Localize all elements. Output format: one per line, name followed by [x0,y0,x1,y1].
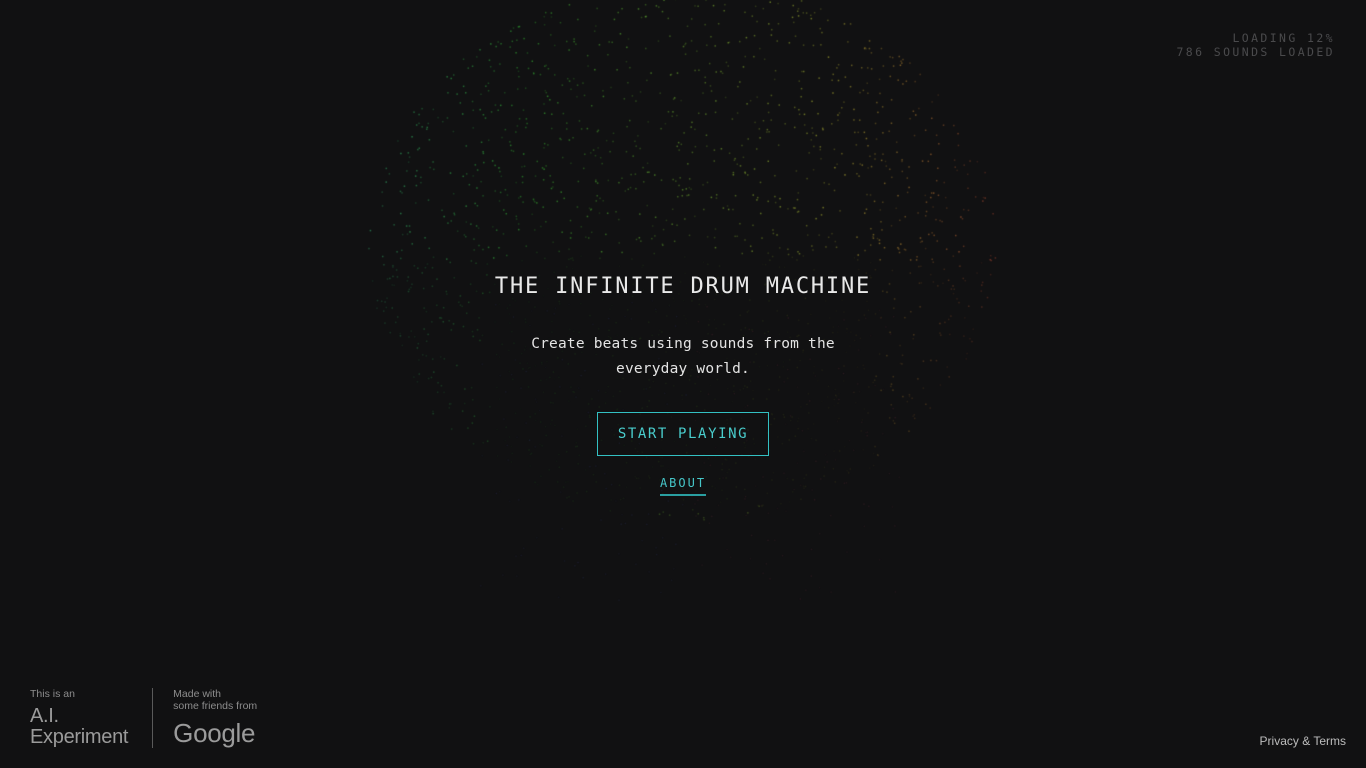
page-title: THE INFINITE DRUM MACHINE [494,274,872,299]
about-link[interactable]: ABOUT [659,476,707,496]
loading-progress-text: LOADING 12% [1232,31,1335,45]
made-with-line-1: Made with [173,688,222,700]
google-logo: Google [173,718,256,748]
page-subtitle: Create beats using sounds from the every… [531,336,835,377]
made-with-line-2: some friends from [173,700,258,712]
intro-panel: THE INFINITE DRUM MACHINE Create beats u… [0,270,1366,496]
google-credit: Made with some friends from Google [153,688,257,748]
privacy-terms-link[interactable]: Privacy & Terms [1260,734,1346,748]
ai-experiment-badge[interactable]: This is an A.I. Experiment Made with som… [30,688,257,748]
loading-status: LOADING 12% 786 SOUNDS LOADED [1176,31,1335,59]
ai-experiment-logo: This is an A.I. Experiment [30,688,152,748]
start-playing-button[interactable]: START PLAYING [596,412,770,456]
app-stage: LOADING 12% 786 SOUNDS LOADED THE INFINI… [0,0,1366,768]
experiment-prefix: This is an [30,688,75,700]
experiment-line-2: Experiment [30,726,129,748]
experiment-line-1: A.I. [30,705,59,727]
sounds-loaded-text: 786 SOUNDS LOADED [1176,45,1335,59]
